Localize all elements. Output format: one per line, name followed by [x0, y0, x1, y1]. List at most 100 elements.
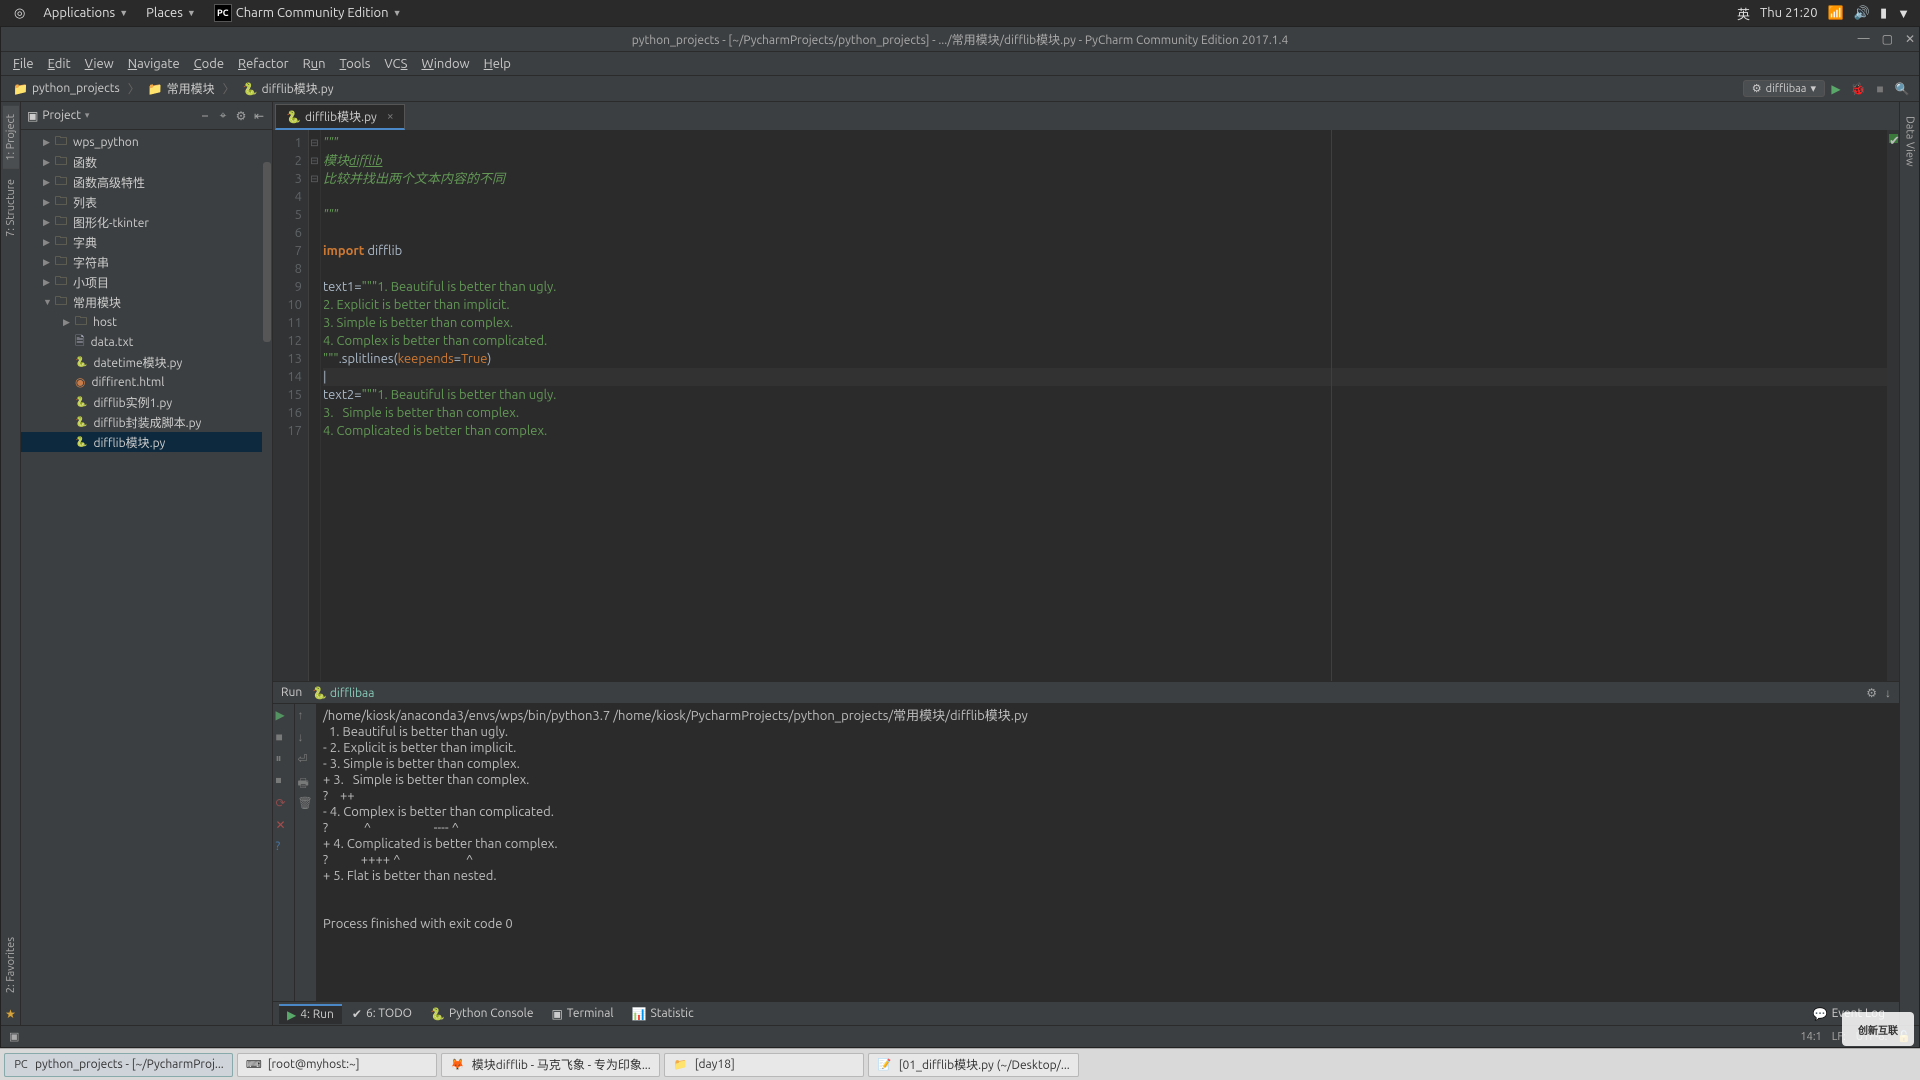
- tool-run[interactable]: ▶4: Run: [279, 1004, 342, 1024]
- tree-item[interactable]: ▶🗀字典: [21, 232, 272, 252]
- tree-item[interactable]: ▶🗀列表: [21, 192, 272, 212]
- tool-statistic[interactable]: 📊 Statistic: [624, 1005, 702, 1023]
- tree-item[interactable]: ▶🗀字符串: [21, 252, 272, 272]
- tab-data-view[interactable]: Data View: [1902, 108, 1918, 175]
- scroll-down-icon[interactable]: ↓: [298, 730, 314, 746]
- restart-icon[interactable]: ⟳: [276, 796, 292, 812]
- tree-item[interactable]: ▶🗀host: [21, 312, 272, 332]
- tree-item[interactable]: ▶🗀函数: [21, 152, 272, 172]
- scrollbar-thumb[interactable]: [263, 162, 271, 342]
- close-button[interactable]: ✕: [1905, 32, 1915, 46]
- project-panel-title[interactable]: ▣ Project ▾: [27, 109, 194, 123]
- menu-help[interactable]: Help: [478, 55, 517, 73]
- activities-icon[interactable]: ◎: [6, 3, 33, 24]
- clock[interactable]: Thu 21:20: [1760, 6, 1818, 20]
- run-settings-icon[interactable]: ⚙: [1866, 686, 1877, 700]
- tree-item-label: 字符串: [73, 254, 109, 271]
- stop-icon[interactable]: ■: [276, 730, 292, 746]
- run-config-selector[interactable]: ⚙ difflibaa ▾: [1743, 80, 1825, 97]
- collapse-icon[interactable]: ⎯: [198, 109, 212, 123]
- power-menu-icon[interactable]: ▼: [1897, 6, 1910, 21]
- tool-todo[interactable]: ✔ 6: TODO: [344, 1005, 420, 1023]
- tree-item[interactable]: ▶🗀小项目: [21, 272, 272, 292]
- tree-item[interactable]: ▶🗀wps_python: [21, 132, 272, 152]
- wifi-icon[interactable]: 📶: [1828, 6, 1844, 21]
- run-tab-label[interactable]: Run: [281, 686, 302, 699]
- run-hide-icon[interactable]: ↓: [1885, 686, 1891, 700]
- stop-button[interactable]: ■: [1871, 80, 1889, 98]
- applications-menu[interactable]: Applications▼: [35, 3, 136, 23]
- maximize-button[interactable]: ▢: [1882, 32, 1893, 46]
- hide-panel-icon[interactable]: ⇤: [252, 109, 266, 123]
- breadcrumb-folder[interactable]: 📁 常用模块: [142, 78, 221, 99]
- tool-python-console[interactable]: 🐍 Python Console: [422, 1005, 541, 1023]
- scroll-up-icon[interactable]: ↑: [298, 708, 314, 724]
- run-button[interactable]: ▶: [1827, 80, 1845, 98]
- menu-tools[interactable]: Tools: [334, 55, 377, 73]
- tab-favorites[interactable]: 2: Favorites: [3, 929, 19, 1001]
- tree-item-label: 小项目: [73, 274, 109, 291]
- soft-wrap-icon[interactable]: ⏎: [298, 752, 314, 768]
- settings-icon[interactable]: ⚙: [234, 109, 248, 123]
- print-icon[interactable]: 🖶: [298, 774, 314, 790]
- tree-item[interactable]: ▶🗀函数高级特性: [21, 172, 272, 192]
- taskbar-button[interactable]: 📝[01_difflib模块.py (~/Desktop/...: [868, 1053, 1079, 1077]
- pause-icon[interactable]: ⏸: [276, 752, 292, 768]
- tree-item[interactable]: 🐍difflib模块.py: [21, 432, 272, 452]
- menu-edit[interactable]: Edit: [42, 55, 77, 73]
- app-icon: 🦊: [450, 1057, 466, 1073]
- menu-vcs[interactable]: VCS: [378, 55, 413, 73]
- autoscroll-icon[interactable]: ⌖: [216, 109, 230, 123]
- tree-item[interactable]: 🐍datetime模块.py: [21, 352, 272, 372]
- tool-terminal[interactable]: ▣ Terminal: [543, 1005, 621, 1023]
- status-message-icon[interactable]: ▣: [9, 1030, 19, 1043]
- taskbar-button[interactable]: 📁[day18]: [664, 1053, 864, 1077]
- close-tab-icon[interactable]: ×: [387, 110, 394, 123]
- folder-icon: 🗀: [55, 132, 67, 153]
- menu-run[interactable]: Run: [297, 55, 332, 73]
- fold-gutter[interactable]: ⊟ ⊟ ⊟: [309, 130, 321, 681]
- tab-project[interactable]: 1: Project: [3, 106, 19, 169]
- code-area[interactable]: """模块difflib比较并找出两个文本内容的不同"""import diff…: [321, 130, 1899, 681]
- tree-item[interactable]: ▶🗀图形化-tkinter: [21, 212, 272, 232]
- console-output[interactable]: /home/kiosk/anaconda3/envs/wps/bin/pytho…: [317, 704, 1899, 1001]
- menu-navigate[interactable]: Navigate: [122, 55, 186, 73]
- tree-item[interactable]: 🗎data.txt: [21, 332, 272, 352]
- menu-view[interactable]: View: [79, 55, 120, 73]
- taskbar-button[interactable]: 🦊模块difflib - 马克飞象 - 专为印象...: [441, 1053, 660, 1077]
- search-icon[interactable]: 🔍: [1893, 80, 1911, 98]
- tree-item[interactable]: ▼🗀常用模块: [21, 292, 272, 312]
- run-toolbar-primary: ▶ ■ ⏸ ⏹ ⟳ ✕ ?: [273, 704, 295, 1001]
- menu-code[interactable]: Code: [188, 55, 230, 73]
- close-run-icon[interactable]: ✕: [276, 818, 292, 834]
- clear-icon[interactable]: 🗑: [298, 796, 314, 812]
- error-strip[interactable]: ✔: [1887, 130, 1899, 681]
- help-icon[interactable]: ?: [276, 840, 292, 856]
- tree-item[interactable]: 🐍difflib实例1.py: [21, 392, 272, 412]
- tree-item[interactable]: 🐍difflib封装成脚本.py: [21, 412, 272, 432]
- battery-icon[interactable]: ▮: [1880, 6, 1887, 21]
- caret-position[interactable]: 14:1: [1800, 1031, 1821, 1043]
- rerun-icon[interactable]: ▶: [276, 708, 292, 724]
- debug-button[interactable]: 🐞: [1849, 80, 1867, 98]
- exit-icon[interactable]: ⏹: [276, 774, 292, 790]
- taskbar-button[interactable]: ⌨[root@myhost:~]: [237, 1053, 437, 1077]
- minimize-button[interactable]: —: [1858, 32, 1870, 46]
- run-config-label[interactable]: 🐍 difflibaa: [312, 686, 374, 700]
- ime-indicator[interactable]: 英: [1737, 4, 1750, 23]
- tree-item[interactable]: ◉diffirent.html: [21, 372, 272, 392]
- menu-refactor[interactable]: Refactor: [232, 55, 295, 73]
- menu-window[interactable]: Window: [415, 55, 475, 73]
- menu-file[interactable]: File: [7, 55, 40, 73]
- project-tree[interactable]: ▶🗀wps_python▶🗀函数▶🗀函数高级特性▶🗀列表▶🗀图形化-tkinte…: [21, 130, 272, 1025]
- editor-tab-active[interactable]: 🐍 difflib模块.py×: [275, 104, 405, 130]
- places-menu[interactable]: Places▼: [138, 3, 204, 23]
- tab-structure[interactable]: 7: Structure: [3, 171, 19, 245]
- tree-item-label: 图形化-tkinter: [73, 214, 149, 231]
- app-menu[interactable]: PCCharm Community Edition▼: [206, 1, 410, 25]
- star-icon: ★: [5, 1003, 16, 1025]
- breadcrumb-file[interactable]: 🐍 difflib模块.py: [237, 78, 340, 99]
- taskbar-button[interactable]: PCpython_projects - [~/PycharmProj...: [4, 1053, 233, 1077]
- breadcrumb-root[interactable]: 📁 python_projects: [7, 80, 126, 98]
- volume-icon[interactable]: 🔊: [1854, 6, 1870, 21]
